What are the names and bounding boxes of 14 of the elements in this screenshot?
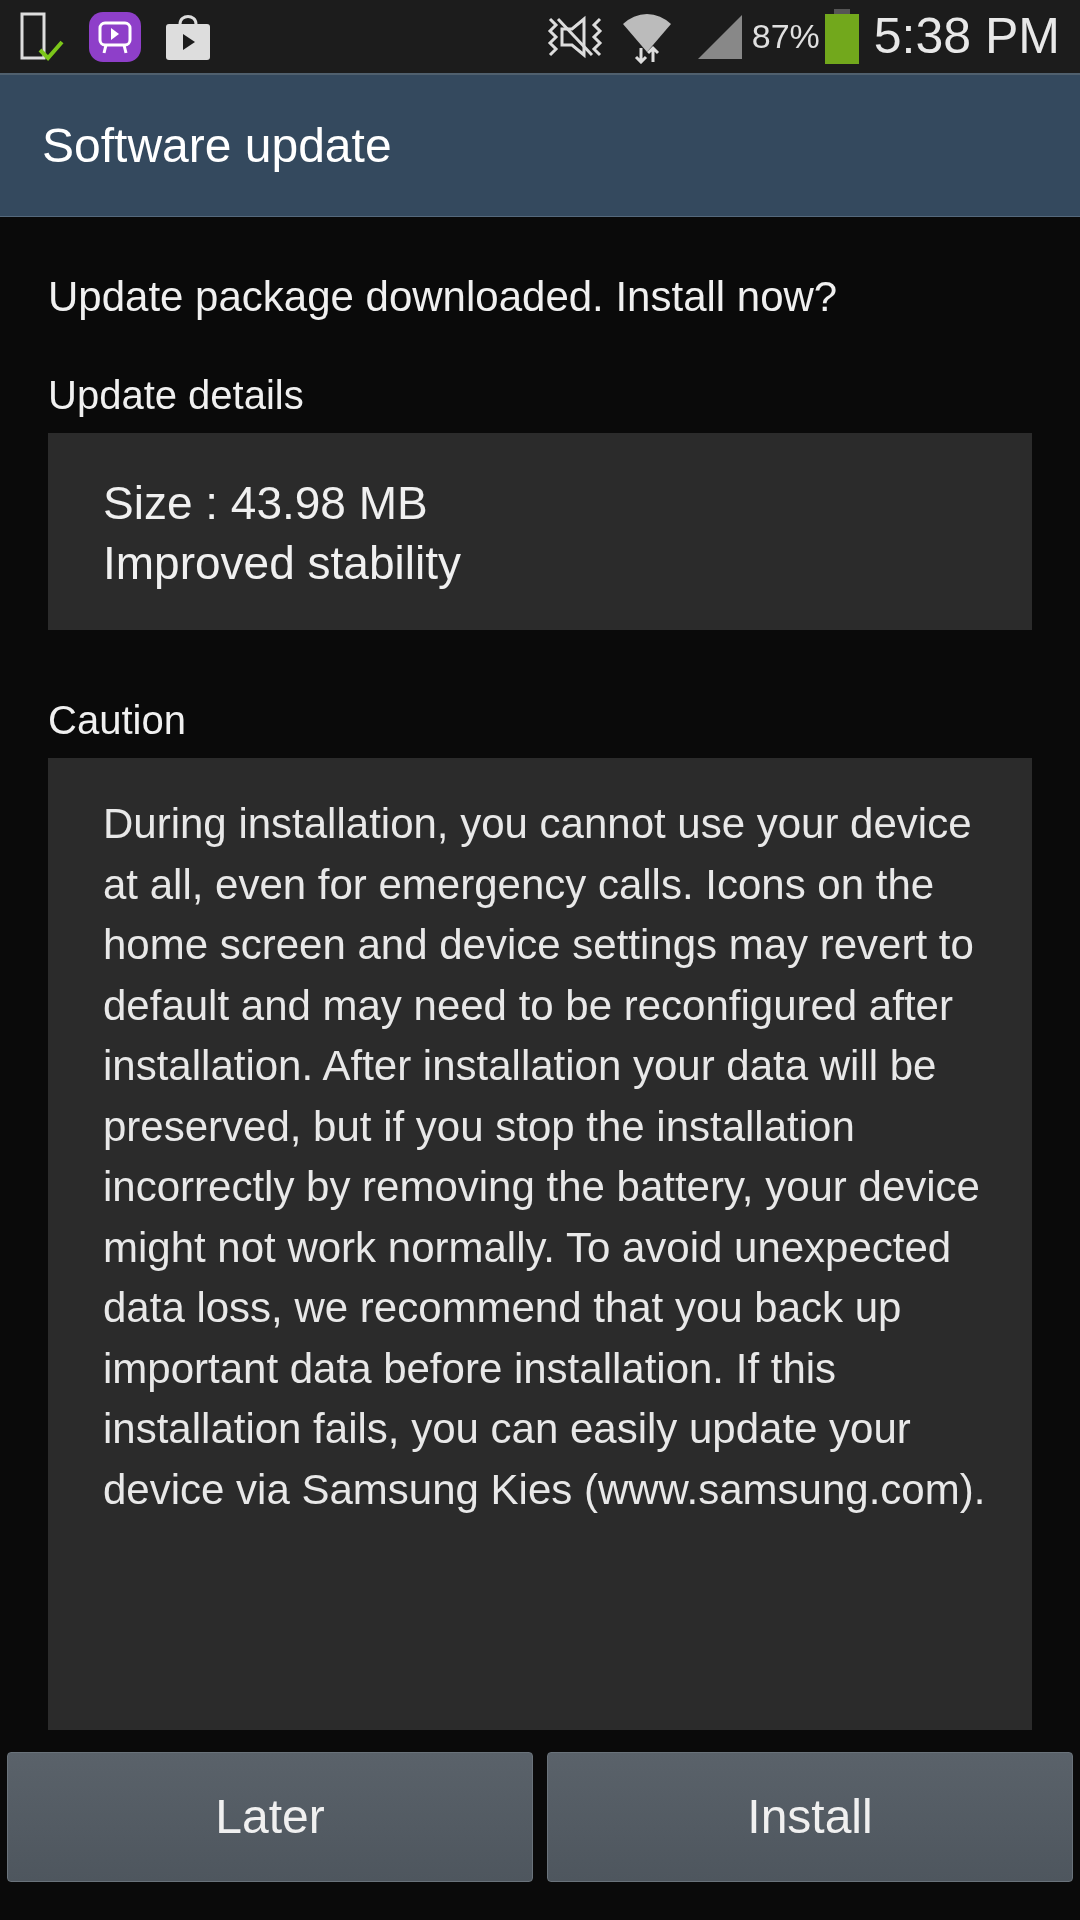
- tv-app-icon: [88, 10, 142, 63]
- battery-percent: 87%: [751, 16, 820, 57]
- clock: 5:38 PM: [873, 7, 1060, 66]
- screen-title: Software update: [42, 117, 392, 174]
- detail-line: Size : 43.98 MB: [103, 476, 429, 531]
- section-heading: Caution: [48, 697, 187, 744]
- battery-icon: [823, 8, 860, 65]
- later-button[interactable]: Later: [7, 1752, 533, 1882]
- device-check-icon: [20, 11, 64, 62]
- caution-text: During installation, you cannot use your device at all, even for emergency calls. Icons on the home screen and device settings may revert to default and may need to be reconfigured after installation. After installation your data will be preserved, but if you stop the installation incorrectly by removing the battery, your device might not work normally. To avoid unexpected data loss, we recommend that you back up important data before installation. If this installation fails, you can easily update your device via Samsung Kies (www.samsung.com).: [103, 799, 987, 1515]
- section-heading: Update details: [48, 372, 305, 419]
- install-prompt: Update package downloaded. Install now?: [48, 272, 839, 322]
- install-button[interactable]: Install: [547, 1752, 1073, 1882]
- detail-line: Improved stability: [103, 536, 462, 591]
